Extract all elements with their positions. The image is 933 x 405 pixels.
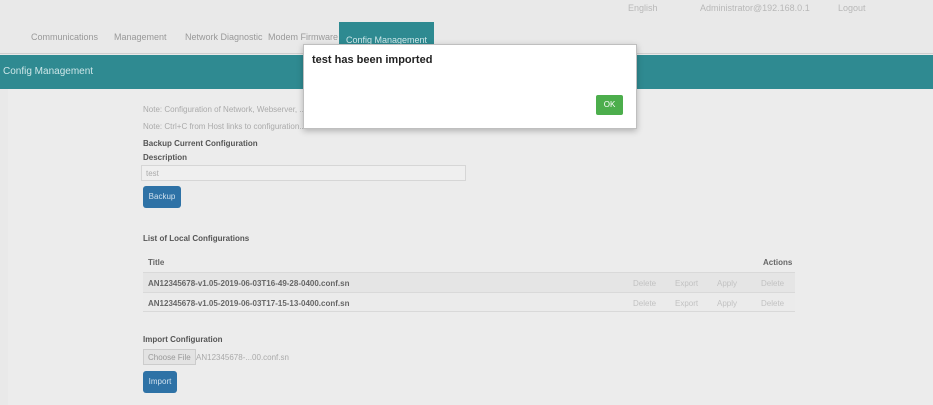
remove-link[interactable]: Delete — [761, 299, 784, 308]
tab-management[interactable]: Management — [114, 32, 167, 42]
ok-button[interactable]: OK — [596, 95, 623, 115]
delete-link[interactable]: Delete — [633, 279, 656, 288]
export-link[interactable]: Export — [675, 279, 698, 288]
local-configs-heading: List of Local Configurations — [143, 234, 250, 243]
language-link[interactable]: English — [628, 3, 658, 13]
import-button[interactable]: Import — [143, 371, 177, 393]
tab-communications[interactable]: Communications — [31, 32, 98, 42]
local-configs-table: Title Actions AN12345678-v1.05-2019-06-0… — [143, 252, 795, 314]
info-note-2: Note: Ctrl+C from Host links to configur… — [143, 122, 306, 131]
description-value: test — [146, 169, 159, 178]
tab-modem-firmware[interactable]: Modem Firmware — [268, 32, 338, 42]
backup-button[interactable]: Backup — [143, 186, 181, 208]
selected-file-name: AN12345678-...00.conf.sn — [196, 353, 289, 362]
import-success-dialog: test has been imported OK — [303, 44, 637, 129]
choose-file-button[interactable]: Choose File — [143, 349, 196, 365]
user-link[interactable]: Administrator@192.168.0.1 — [700, 3, 810, 13]
table-row: AN12345678-v1.05-2019-06-03T16-49-28-040… — [143, 272, 795, 292]
table-header-row: Title Actions — [143, 252, 795, 272]
remove-link[interactable]: Delete — [761, 279, 784, 288]
page-title: Config Management — [3, 66, 94, 77]
table-row: AN12345678-v1.05-2019-06-03T17-15-13-040… — [143, 292, 795, 312]
config-title: AN12345678-v1.05-2019-06-03T17-15-13-040… — [148, 299, 350, 308]
col-title-header: Title — [148, 258, 165, 267]
apply-link[interactable]: Apply — [717, 279, 737, 288]
dialog-message: test has been imported — [312, 54, 433, 66]
description-label: Description — [143, 153, 188, 162]
config-title: AN12345678-v1.05-2019-06-03T16-49-28-040… — [148, 279, 350, 288]
logout-link[interactable]: Logout — [838, 3, 866, 13]
tab-network-diagnostic[interactable]: Network Diagnostic — [185, 32, 263, 42]
description-input[interactable]: test — [141, 165, 466, 181]
backup-heading: Backup Current Configuration — [143, 139, 258, 148]
export-link[interactable]: Export — [675, 299, 698, 308]
import-heading: Import Configuration — [143, 335, 223, 344]
delete-link[interactable]: Delete — [633, 299, 656, 308]
top-status-bar: English Administrator@192.168.0.1 Logout — [0, 0, 933, 20]
col-actions-header: Actions — [763, 258, 793, 267]
apply-link[interactable]: Apply — [717, 299, 737, 308]
info-note-1: Note: Configuration of Network, Webserve… — [143, 105, 307, 114]
